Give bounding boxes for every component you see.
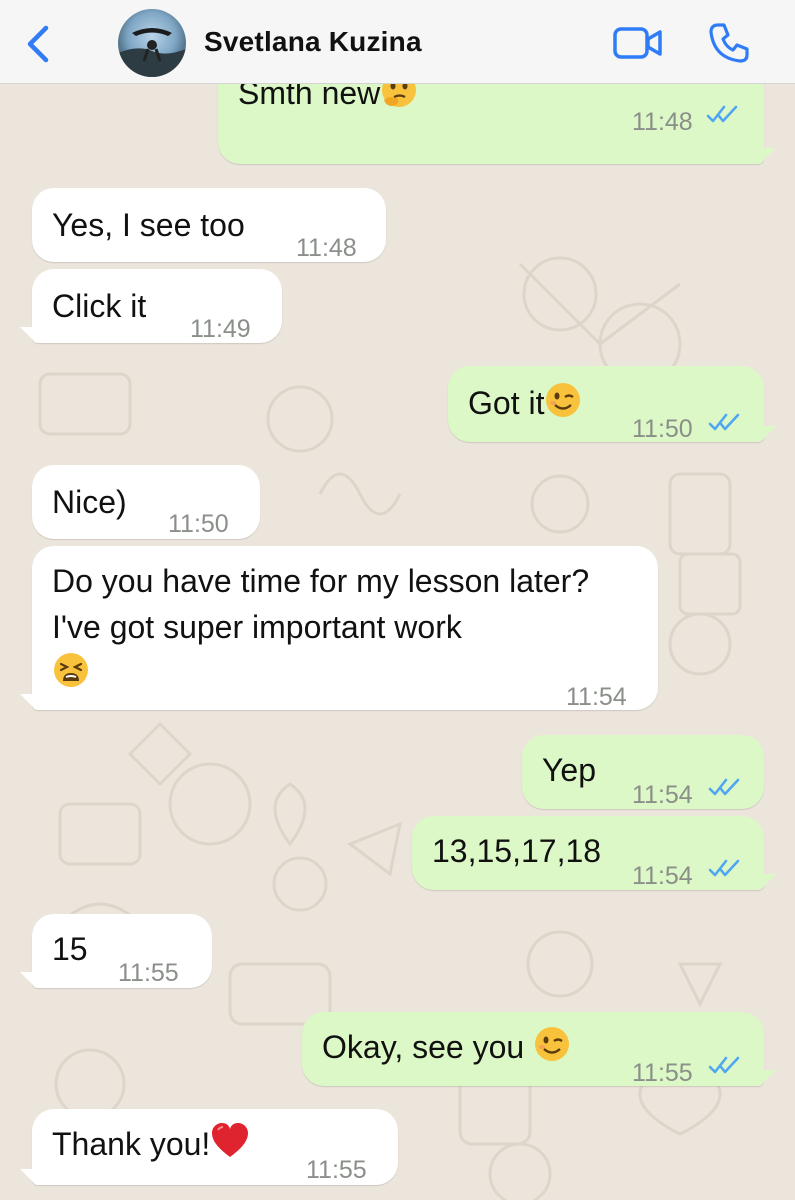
winking-face-icon (544, 381, 582, 431)
message-time: 11:48 (296, 234, 357, 262)
chat-header: Svetlana Kuzina (0, 0, 795, 84)
message-bubble-incoming[interactable]: Click it 11:49 (20, 269, 282, 343)
message-bubble-incoming[interactable]: 15 11:55 (20, 914, 212, 988)
double-check-icon (708, 1056, 740, 1074)
chevron-left-icon (27, 25, 49, 63)
video-call-button[interactable] (612, 24, 664, 62)
message-text: Do you have time for my lesson later? I'… (52, 563, 590, 645)
message-time: 11:48 (632, 108, 693, 136)
message-text: Okay, see you (322, 1029, 525, 1065)
message-text: Yes, I see too (52, 207, 245, 243)
message-bubble-outgoing[interactable]: 13,15,17,18 11:54 (412, 816, 776, 890)
avatar-photo (118, 28, 186, 77)
winking-face-icon (533, 1025, 571, 1075)
tired-face-icon (52, 651, 90, 701)
message-text: Nice) (52, 484, 127, 520)
phone-icon (709, 23, 749, 63)
message-time: 11:50 (168, 510, 229, 538)
message-bubble-incoming[interactable]: Nice) 11:50 (32, 465, 260, 539)
message-bubble-incoming[interactable]: Do you have time for my lesson later? I'… (20, 546, 658, 711)
message-bubble-incoming[interactable]: Thank you! 11:55 (20, 1109, 398, 1185)
message-text: Thank you! (52, 1126, 211, 1162)
red-heart-icon (210, 1122, 250, 1172)
double-check-icon (706, 105, 738, 123)
message-bubble-outgoing[interactable]: Got it 11:50 (448, 366, 776, 443)
message-text: Yep (542, 752, 596, 788)
double-check-icon (708, 859, 740, 877)
message-time: 11:49 (190, 315, 251, 343)
message-time: 11:50 (632, 415, 693, 443)
double-check-icon (708, 413, 740, 431)
message-time: 11:54 (632, 862, 693, 890)
message-text: 15 (52, 931, 88, 967)
contact-avatar[interactable] (118, 9, 186, 77)
message-bubble-incoming[interactable]: Yes, I see too 11:48 (32, 188, 386, 262)
conversation-area[interactable]: Smth new 11:48 Yes, I see too 11:48 Clic… (0, 84, 795, 1200)
message-time: 11:54 (566, 683, 627, 711)
message-text: 13,15,17,18 (432, 833, 602, 869)
message-bubble-outgoing[interactable]: Yep 11:54 (522, 735, 764, 809)
thinking-face-icon (380, 84, 418, 121)
message-time: 11:55 (118, 959, 179, 987)
contact-name[interactable]: Svetlana Kuzina (204, 26, 422, 58)
video-camera-icon (613, 27, 662, 59)
message-text: Smth new (238, 84, 381, 111)
back-button[interactable] (22, 24, 52, 64)
message-time: 11:54 (632, 781, 693, 809)
message-time: 11:55 (632, 1059, 693, 1087)
message-time: 11:55 (306, 1156, 367, 1184)
voice-call-button[interactable] (706, 20, 752, 66)
message-bubble-outgoing[interactable]: Smth new 11:48 (218, 84, 776, 164)
message-bubble-outgoing[interactable]: Okay, see you 11:55 (302, 1012, 776, 1087)
message-text: Click it (52, 288, 147, 324)
double-check-icon (708, 778, 740, 796)
message-text: Got it (468, 385, 545, 421)
